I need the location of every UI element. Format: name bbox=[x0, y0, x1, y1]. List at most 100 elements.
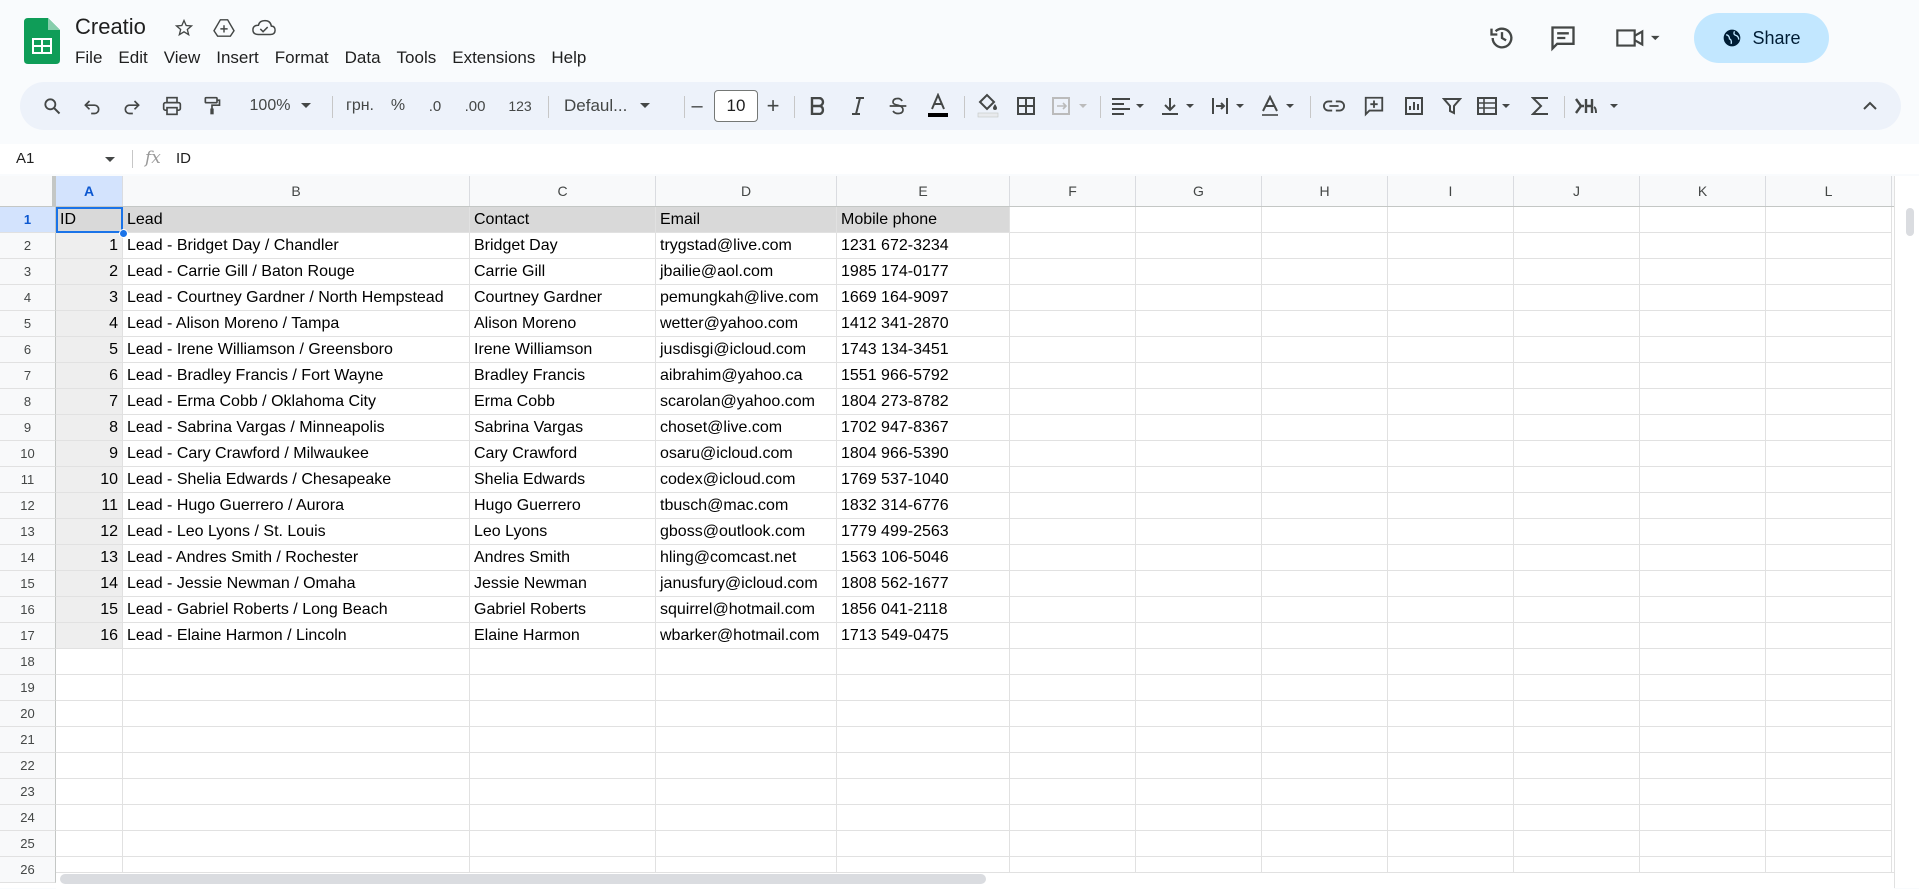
empty-cell[interactable] bbox=[56, 779, 123, 805]
empty-cell[interactable] bbox=[1262, 467, 1388, 493]
data-cell[interactable]: 1804 966-5390 bbox=[837, 441, 1010, 467]
version-history-icon[interactable] bbox=[1484, 20, 1520, 56]
row-header[interactable]: 14 bbox=[0, 545, 56, 571]
empty-cell[interactable] bbox=[1514, 207, 1640, 233]
empty-cell[interactable] bbox=[1010, 519, 1136, 545]
empty-cell[interactable] bbox=[1766, 259, 1892, 285]
data-cell[interactable]: wbarker@hotmail.com bbox=[656, 623, 837, 649]
empty-cell[interactable] bbox=[1514, 389, 1640, 415]
vertical-align-icon[interactable] bbox=[1158, 90, 1202, 122]
meet-video-icon[interactable] bbox=[1612, 20, 1666, 56]
data-cell[interactable]: 1779 499-2563 bbox=[837, 519, 1010, 545]
id-cell[interactable]: 9 bbox=[56, 441, 123, 467]
empty-cell[interactable] bbox=[1262, 753, 1388, 779]
empty-cell[interactable] bbox=[837, 701, 1010, 727]
row-header[interactable]: 7 bbox=[0, 363, 56, 389]
empty-cell[interactable] bbox=[1010, 285, 1136, 311]
empty-cell[interactable] bbox=[1766, 545, 1892, 571]
empty-cell[interactable] bbox=[1136, 441, 1262, 467]
empty-cell[interactable] bbox=[1640, 597, 1766, 623]
data-cell[interactable]: Bridget Day bbox=[470, 233, 656, 259]
empty-cell[interactable] bbox=[1388, 753, 1514, 779]
empty-cell[interactable] bbox=[1640, 675, 1766, 701]
empty-cell[interactable] bbox=[1766, 233, 1892, 259]
empty-cell[interactable] bbox=[1640, 233, 1766, 259]
menu-extensions[interactable]: Extensions bbox=[452, 46, 543, 70]
empty-cell[interactable] bbox=[1388, 493, 1514, 519]
empty-cell[interactable] bbox=[1640, 259, 1766, 285]
empty-cell[interactable] bbox=[1640, 337, 1766, 363]
id-cell[interactable]: 6 bbox=[56, 363, 123, 389]
id-cell[interactable]: 7 bbox=[56, 389, 123, 415]
empty-cell[interactable] bbox=[1262, 597, 1388, 623]
empty-cell[interactable] bbox=[1514, 831, 1640, 857]
header-cell[interactable]: Lead bbox=[123, 207, 470, 233]
empty-cell[interactable] bbox=[1010, 779, 1136, 805]
empty-cell[interactable] bbox=[470, 701, 656, 727]
menu-edit[interactable]: Edit bbox=[118, 46, 155, 70]
empty-cell[interactable] bbox=[1766, 519, 1892, 545]
more-formats-button[interactable]: 123 bbox=[500, 90, 540, 122]
empty-cell[interactable] bbox=[1640, 415, 1766, 441]
data-cell[interactable]: janusfury@icloud.com bbox=[656, 571, 837, 597]
data-cell[interactable]: Courtney Gardner bbox=[470, 285, 656, 311]
data-cell[interactable]: wetter@yahoo.com bbox=[656, 311, 837, 337]
row-header[interactable]: 8 bbox=[0, 389, 56, 415]
column-header-b[interactable]: B bbox=[123, 176, 470, 206]
row-header[interactable]: 24 bbox=[0, 805, 56, 831]
empty-cell[interactable] bbox=[1388, 389, 1514, 415]
decrease-decimal-button[interactable]: .0 bbox=[418, 90, 452, 122]
empty-cell[interactable] bbox=[1136, 207, 1262, 233]
empty-cell[interactable] bbox=[1136, 779, 1262, 805]
empty-cell[interactable] bbox=[1640, 753, 1766, 779]
data-cell[interactable]: Lead - Leo Lyons / St. Louis bbox=[123, 519, 470, 545]
empty-cell[interactable] bbox=[1262, 831, 1388, 857]
empty-cell[interactable] bbox=[1010, 233, 1136, 259]
row-header[interactable]: 25 bbox=[0, 831, 56, 857]
empty-cell[interactable] bbox=[1640, 727, 1766, 753]
empty-cell[interactable] bbox=[1640, 493, 1766, 519]
empty-cell[interactable] bbox=[56, 831, 123, 857]
data-cell[interactable]: choset@live.com bbox=[656, 415, 837, 441]
data-cell[interactable]: Lead - Andres Smith / Rochester bbox=[123, 545, 470, 571]
data-cell[interactable]: Lead - Irene Williamson / Greensboro bbox=[123, 337, 470, 363]
empty-cell[interactable] bbox=[1262, 805, 1388, 831]
empty-cell[interactable] bbox=[470, 805, 656, 831]
empty-cell[interactable] bbox=[1136, 285, 1262, 311]
empty-cell[interactable] bbox=[1640, 363, 1766, 389]
empty-cell[interactable] bbox=[1514, 467, 1640, 493]
data-cell[interactable]: pemungkah@live.com bbox=[656, 285, 837, 311]
row-header[interactable]: 1 bbox=[0, 207, 56, 233]
empty-cell[interactable] bbox=[1010, 571, 1136, 597]
strikethrough-icon[interactable] bbox=[882, 90, 914, 122]
empty-cell[interactable] bbox=[656, 649, 837, 675]
empty-cell[interactable] bbox=[1388, 415, 1514, 441]
empty-cell[interactable] bbox=[656, 831, 837, 857]
empty-cell[interactable] bbox=[1010, 701, 1136, 727]
empty-cell[interactable] bbox=[1136, 337, 1262, 363]
empty-cell[interactable] bbox=[1136, 363, 1262, 389]
empty-cell[interactable] bbox=[1640, 831, 1766, 857]
empty-cell[interactable] bbox=[1010, 675, 1136, 701]
header-cell[interactable]: ID bbox=[56, 207, 123, 233]
id-cell[interactable]: 12 bbox=[56, 519, 123, 545]
vertical-scroll-thumb[interactable] bbox=[1906, 208, 1914, 236]
empty-cell[interactable] bbox=[1010, 337, 1136, 363]
empty-cell[interactable] bbox=[123, 805, 470, 831]
empty-cell[interactable] bbox=[1640, 623, 1766, 649]
data-cell[interactable]: Lead - Shelia Edwards / Chesapeake bbox=[123, 467, 470, 493]
empty-cell[interactable] bbox=[470, 675, 656, 701]
empty-cell[interactable] bbox=[1136, 571, 1262, 597]
empty-cell[interactable] bbox=[1010, 597, 1136, 623]
empty-cell[interactable] bbox=[1388, 701, 1514, 727]
empty-cell[interactable] bbox=[1262, 311, 1388, 337]
empty-cell[interactable] bbox=[837, 779, 1010, 805]
id-cell[interactable]: 13 bbox=[56, 545, 123, 571]
id-cell[interactable]: 5 bbox=[56, 337, 123, 363]
empty-cell[interactable] bbox=[1010, 493, 1136, 519]
empty-cell[interactable] bbox=[470, 831, 656, 857]
empty-cell[interactable] bbox=[1514, 753, 1640, 779]
empty-cell[interactable] bbox=[656, 701, 837, 727]
empty-cell[interactable] bbox=[1010, 259, 1136, 285]
data-cell[interactable]: 1702 947-8367 bbox=[837, 415, 1010, 441]
